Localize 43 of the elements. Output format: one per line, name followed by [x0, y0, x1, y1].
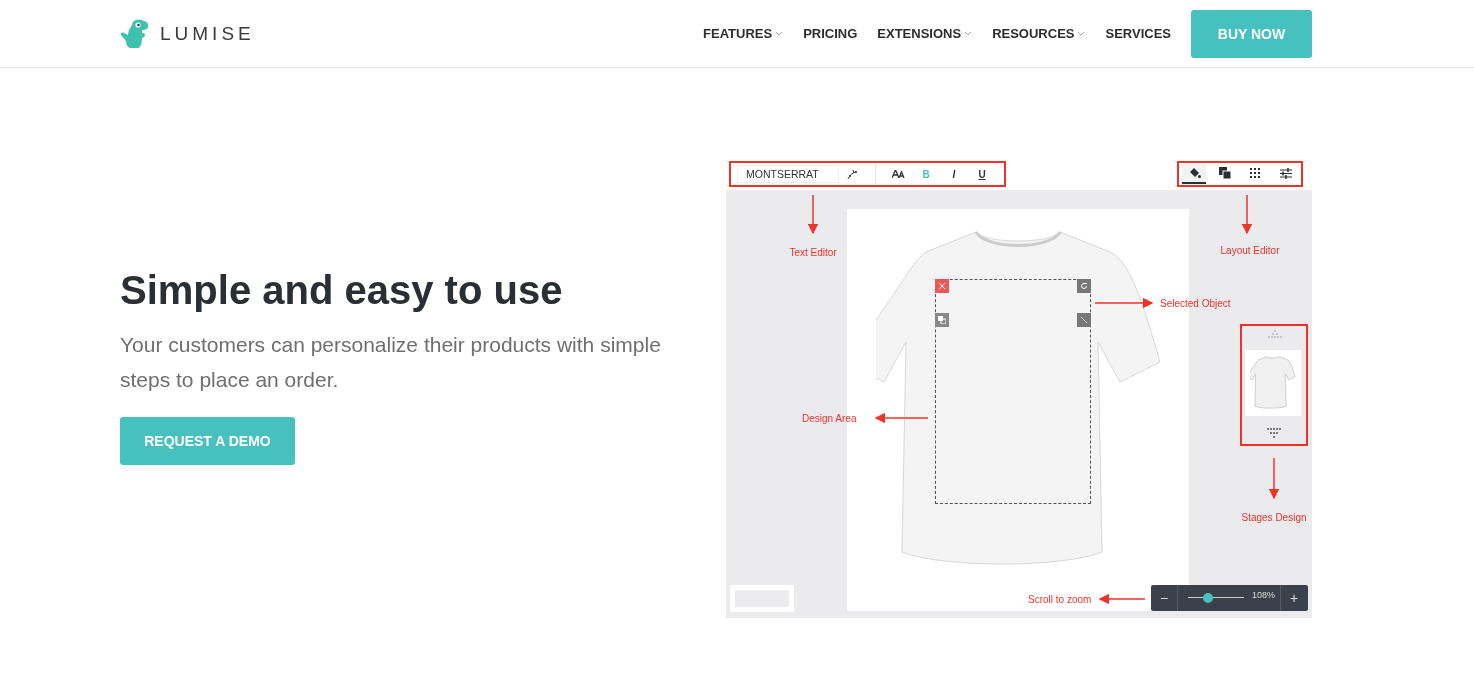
annotation-arrow: [807, 194, 819, 235]
hero-description: Your customers can personalize their products with simple steps to place an order.: [120, 332, 662, 393]
resize-handle-icon[interactable]: [1077, 313, 1091, 327]
annotation-label: Scroll to zoom: [1028, 593, 1092, 605]
nav-link[interactable]: EXTENSIONS: [877, 26, 973, 41]
annotation-arrow: [1098, 593, 1146, 605]
nav-link[interactable]: PRICING: [803, 26, 858, 41]
hero-title: Simple and easy to use: [120, 268, 564, 313]
caret-icon: [964, 31, 973, 36]
zoom-out-button[interactable]: −: [1151, 585, 1177, 611]
annotation-arrow: [874, 412, 929, 424]
layout-tool-button[interactable]: [1182, 164, 1207, 184]
nav-link[interactable]: FEATURES: [703, 26, 784, 41]
annotation-label: Text Editor: [789, 246, 837, 258]
zoom-slider[interactable]: [1188, 593, 1244, 603]
annotation-arrow: [1094, 297, 1154, 309]
annotation-arrow: [1268, 457, 1280, 500]
logo-wordmark: LUMISE: [160, 22, 255, 45]
grid-icon: [1250, 168, 1261, 178]
dots-down-icon[interactable]: [1266, 428, 1282, 438]
delete-handle-icon[interactable]: [935, 279, 949, 293]
font-select[interactable]: MONTSERRAT: [737, 165, 839, 183]
layers-icon: [1218, 167, 1231, 179]
annotation-label: Stages Design: [1241, 511, 1307, 523]
annotation-label: Selected Object: [1160, 297, 1231, 309]
sliders-icon: [1279, 167, 1292, 179]
rotate-handle-icon[interactable]: [1077, 279, 1091, 293]
caret-icon: [775, 31, 784, 36]
annotation-label: Layout Editor: [1220, 244, 1280, 256]
nav-link[interactable]: SERVICES: [1105, 26, 1171, 41]
curve-text-icon: [847, 168, 859, 180]
italic-button[interactable]: I: [940, 164, 968, 184]
annotation-arrow: [1241, 194, 1253, 235]
caret-icon: [1077, 31, 1086, 36]
font-size-icon: [891, 170, 905, 178]
annotation-label: Design Area: [802, 412, 857, 424]
layer-handle-icon[interactable]: [935, 313, 949, 327]
stage-thumbnail[interactable]: [1245, 350, 1301, 416]
underline-button[interactable]: U: [968, 164, 996, 184]
zoom-in-button[interactable]: +: [1281, 585, 1307, 611]
nav-link[interactable]: RESOURCES: [992, 26, 1086, 41]
zoom-reading: 108%: [1252, 590, 1274, 600]
dots-up-icon[interactable]: [1268, 330, 1282, 338]
